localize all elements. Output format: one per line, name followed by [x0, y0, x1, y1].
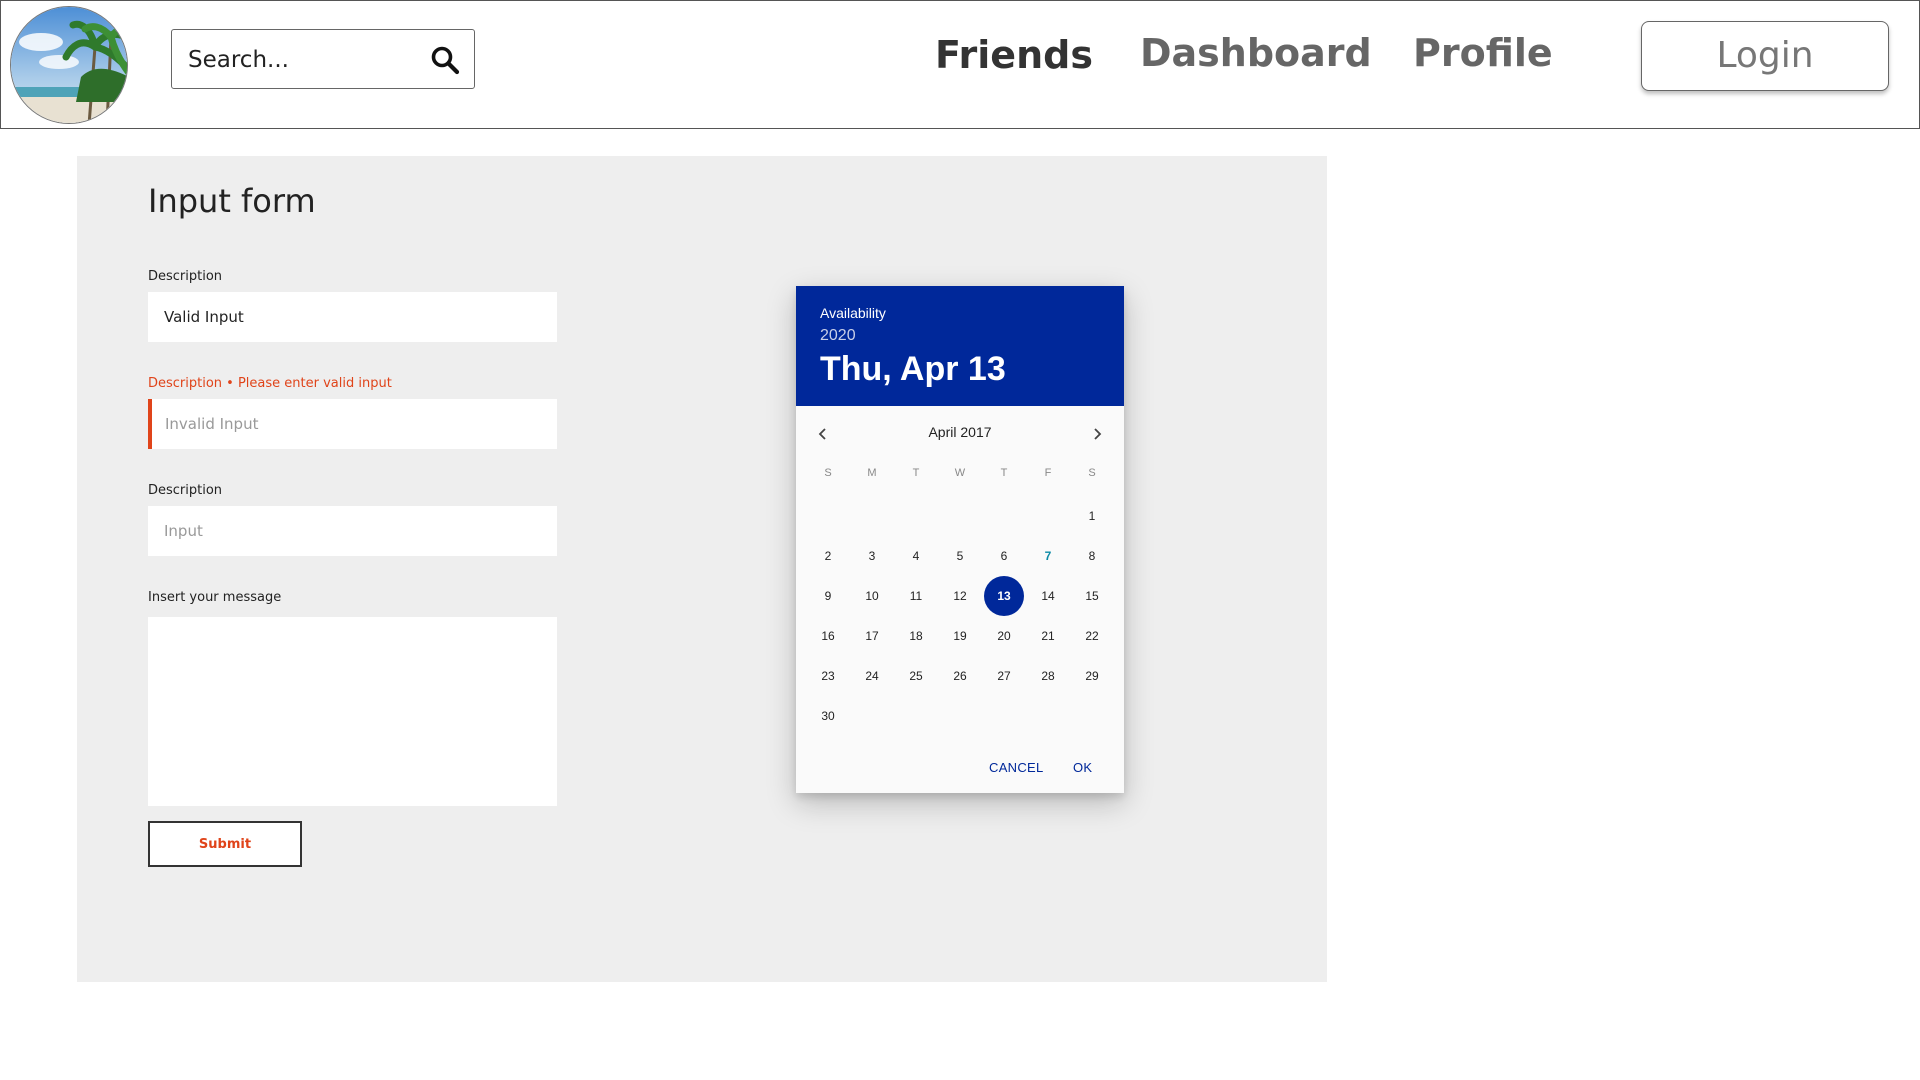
- calendar-day-4[interactable]: 4: [896, 536, 936, 576]
- calendar-day-21[interactable]: 21: [1028, 616, 1068, 656]
- date-picker-dialog: Availability 2020 Thu, Apr 13 April 2017…: [796, 286, 1124, 793]
- top-navbar: Friends Dashboard Profile Login: [0, 0, 1920, 129]
- calendar-day-18[interactable]: 18: [896, 616, 936, 656]
- nav-dashboard[interactable]: Dashboard: [1140, 31, 1372, 75]
- calendar-day-11[interactable]: 11: [896, 576, 936, 616]
- picker-title: Availability: [820, 305, 886, 321]
- calendar-day-14[interactable]: 14: [1028, 576, 1068, 616]
- calendar-day-17[interactable]: 17: [852, 616, 892, 656]
- description-label-3: Description: [148, 483, 223, 498]
- calendar-day-1[interactable]: 1: [1072, 496, 1112, 536]
- weekday-header: T: [1000, 467, 1008, 479]
- description-error-label: Description • Please enter valid input: [148, 376, 392, 391]
- nav-profile[interactable]: Profile: [1413, 31, 1553, 75]
- calendar-day-2[interactable]: 2: [808, 536, 848, 576]
- date-picker-header: Availability 2020 Thu, Apr 13: [796, 286, 1124, 406]
- description-input[interactable]: [148, 506, 557, 556]
- calendar-day-3[interactable]: 3: [852, 536, 892, 576]
- next-month-chevron-icon[interactable]: [1082, 419, 1112, 449]
- input-form-panel: Input form Description Description • Ple…: [77, 156, 1327, 982]
- beach-logo-avatar[interactable]: [10, 6, 128, 124]
- calendar-day-23[interactable]: 23: [808, 656, 848, 696]
- calendar-day-25[interactable]: 25: [896, 656, 936, 696]
- calendar-day-30[interactable]: 30: [808, 696, 848, 736]
- weekday-header: M: [867, 467, 877, 479]
- search-box: [171, 29, 475, 89]
- calendar-day-19[interactable]: 19: [940, 616, 980, 656]
- weekday-header: S: [824, 467, 832, 479]
- calendar-day-22[interactable]: 22: [1072, 616, 1112, 656]
- weekday-header: W: [954, 467, 966, 479]
- calendar-day-5[interactable]: 5: [940, 536, 980, 576]
- beach-palm-image: [11, 7, 127, 123]
- calendar-day-7[interactable]: 7: [1028, 536, 1068, 576]
- description-invalid-input[interactable]: [148, 399, 557, 449]
- calendar-day-6[interactable]: 6: [984, 536, 1024, 576]
- calendar-day-12[interactable]: 12: [940, 576, 980, 616]
- picker-year[interactable]: 2020: [820, 327, 856, 345]
- calendar-day-13[interactable]: 13: [984, 576, 1024, 616]
- cancel-button[interactable]: CANCEL: [989, 760, 1044, 775]
- calendar-day-28[interactable]: 28: [1028, 656, 1068, 696]
- ok-button[interactable]: OK: [1073, 760, 1092, 775]
- calendar-day-15[interactable]: 15: [1072, 576, 1112, 616]
- weekday-header: F: [1044, 467, 1052, 479]
- calendar-day-16[interactable]: 16: [808, 616, 848, 656]
- form-title: Input form: [148, 182, 316, 220]
- message-textarea[interactable]: [148, 617, 557, 806]
- calendar-day-20[interactable]: 20: [984, 616, 1024, 656]
- nav-friends[interactable]: Friends: [935, 33, 1093, 77]
- calendar-day-10[interactable]: 10: [852, 576, 892, 616]
- calendar-day-27[interactable]: 27: [984, 656, 1024, 696]
- search-icon[interactable]: [430, 45, 460, 75]
- submit-button[interactable]: Submit: [148, 821, 302, 867]
- calendar-day-24[interactable]: 24: [852, 656, 892, 696]
- description-label: Description: [148, 269, 223, 284]
- calendar-day-8[interactable]: 8: [1072, 536, 1112, 576]
- month-label: April 2017: [928, 424, 992, 440]
- description-valid-input[interactable]: [148, 292, 557, 342]
- search-input[interactable]: [186, 40, 410, 80]
- calendar-day-26[interactable]: 26: [940, 656, 980, 696]
- weekday-header: S: [1088, 467, 1096, 479]
- picker-selected-date: Thu, Apr 13: [820, 350, 1006, 388]
- message-label: Insert your message: [148, 590, 282, 605]
- login-button[interactable]: Login: [1641, 21, 1889, 91]
- calendar-day-9[interactable]: 9: [808, 576, 848, 616]
- weekday-header: T: [912, 467, 920, 479]
- calendar-day-29[interactable]: 29: [1072, 656, 1112, 696]
